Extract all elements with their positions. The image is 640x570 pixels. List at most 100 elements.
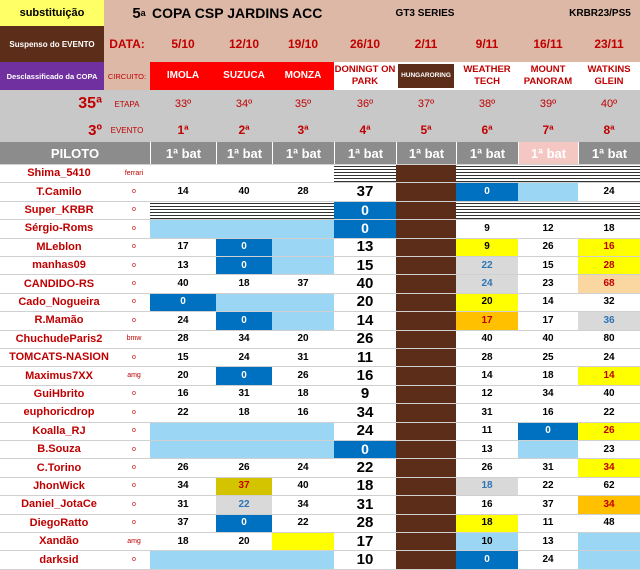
result-cell: 31 <box>356 495 374 513</box>
result-cell: 24 <box>603 186 615 198</box>
round-bat-header: 1ª bat <box>518 142 578 164</box>
result-cell: 80 <box>603 333 615 345</box>
grid-line <box>0 200 640 202</box>
result-cell: 18 <box>542 370 554 382</box>
result-cell <box>216 440 272 459</box>
result-cell: 34 <box>356 403 374 421</box>
round-etapa: 38º <box>456 90 518 118</box>
driver-car: bmw <box>126 335 142 343</box>
driver-name: GuiHbrito <box>33 387 85 400</box>
evento-label: EVENTO <box>104 118 150 142</box>
result-cell: 11 <box>542 517 554 529</box>
round-circuit: MOUNT PANORAM <box>518 62 578 90</box>
round-evento: 1ª <box>150 118 216 142</box>
result-cell <box>150 219 216 238</box>
result-cell: 28 <box>481 351 493 363</box>
result-cell <box>216 421 272 440</box>
result-cell: 34 <box>238 333 250 345</box>
result-cell <box>272 532 334 551</box>
grid-line <box>0 384 640 386</box>
grid-line <box>0 513 640 515</box>
result-cell: 26 <box>177 462 189 474</box>
driver-car: o <box>132 390 136 398</box>
driver-car: o <box>132 519 136 527</box>
result-cell <box>272 311 334 330</box>
page-title: COPA CSP JARDINS ACC <box>152 5 323 21</box>
driver-car: o <box>132 280 136 288</box>
result-cell: 22 <box>356 459 374 477</box>
series-label: GT3 SERIES <box>395 7 455 19</box>
driver-name: ChuchudeParis2 <box>15 332 103 345</box>
round-bat-header: 1ª bat <box>578 142 640 164</box>
result-cell: 13 <box>542 535 554 547</box>
driver-name: TOMCATS-NASION <box>9 351 109 364</box>
round-etapa: 40º <box>578 90 640 118</box>
cup-number-sup: a <box>140 8 146 18</box>
result-cell: 37 <box>216 476 272 496</box>
result-cell: 16 <box>356 367 374 385</box>
result-cell: 14 <box>578 366 640 385</box>
result-cell: 40 <box>238 186 250 198</box>
round-circuit: IMOLA <box>150 62 216 90</box>
driver-car: o <box>132 353 136 361</box>
grid-line <box>0 348 640 349</box>
result-cell: 18 <box>297 388 309 400</box>
evento-number: 3º <box>0 118 104 142</box>
round-etapa: 37º <box>396 90 456 118</box>
result-cell: 28 <box>177 333 189 345</box>
result-cell: 18 <box>603 222 615 234</box>
result-cell: 24 <box>542 554 554 566</box>
round-circuit: DONINGT ON PARK <box>334 62 396 90</box>
result-cell: 36 <box>578 311 640 330</box>
result-cell: 9 <box>484 222 490 234</box>
result-cell: 26 <box>356 330 374 348</box>
result-cell: 14 <box>177 186 189 198</box>
result-cell <box>334 164 396 183</box>
result-cell: 16 <box>297 406 309 418</box>
result-cell: 14 <box>481 370 493 382</box>
result-cell: 31 <box>481 406 493 418</box>
grid-line <box>0 237 640 239</box>
result-cell <box>272 237 334 256</box>
result-cell: 14 <box>542 296 554 308</box>
driver-car: o <box>132 464 136 472</box>
result-cell: 28 <box>356 514 374 532</box>
result-cell <box>518 182 578 201</box>
round-circuit: WATKINS GLEIN <box>578 62 640 90</box>
grid-line <box>0 476 640 478</box>
result-cell: 22 <box>297 517 309 529</box>
substitution-label: substituição <box>0 0 104 26</box>
cup-number-text: 5 <box>132 4 141 22</box>
result-cell: 0 <box>216 513 272 532</box>
round-date: 2/11 <box>396 26 456 62</box>
result-cell: 26 <box>542 241 554 253</box>
result-cell: 40 <box>356 275 374 293</box>
result-cell <box>216 164 272 182</box>
result-cell: 20 <box>456 292 518 312</box>
result-cell: 16 <box>542 406 554 418</box>
round-date: 19/10 <box>272 26 334 62</box>
result-cell: 31 <box>177 498 189 510</box>
result-cell <box>216 200 272 220</box>
result-cell <box>216 292 272 312</box>
standings-sheet: substituição 5a COPA CSP JARDINS ACC GT3… <box>0 0 640 570</box>
result-cell: 31 <box>297 351 309 363</box>
driver-name: DiegoRatto <box>29 516 89 529</box>
driver-name: Cado_Nogueira <box>18 295 100 308</box>
grid-line <box>0 164 640 165</box>
result-cell <box>272 164 334 182</box>
grid-line <box>0 532 640 533</box>
etapa-number: 35ª <box>0 90 104 118</box>
result-cell: 0 <box>456 182 518 201</box>
result-cell: 26 <box>578 421 640 440</box>
result-cell <box>272 200 334 220</box>
result-cell: 18 <box>456 513 518 532</box>
result-cell: 11 <box>357 348 373 366</box>
result-cell: 34 <box>578 495 640 514</box>
result-cell <box>150 440 216 459</box>
result-cell: 31 <box>238 388 250 400</box>
result-cell: 16 <box>177 388 189 400</box>
result-cell: 22 <box>216 495 272 514</box>
driver-car: o <box>132 298 136 306</box>
result-cell <box>518 164 578 183</box>
